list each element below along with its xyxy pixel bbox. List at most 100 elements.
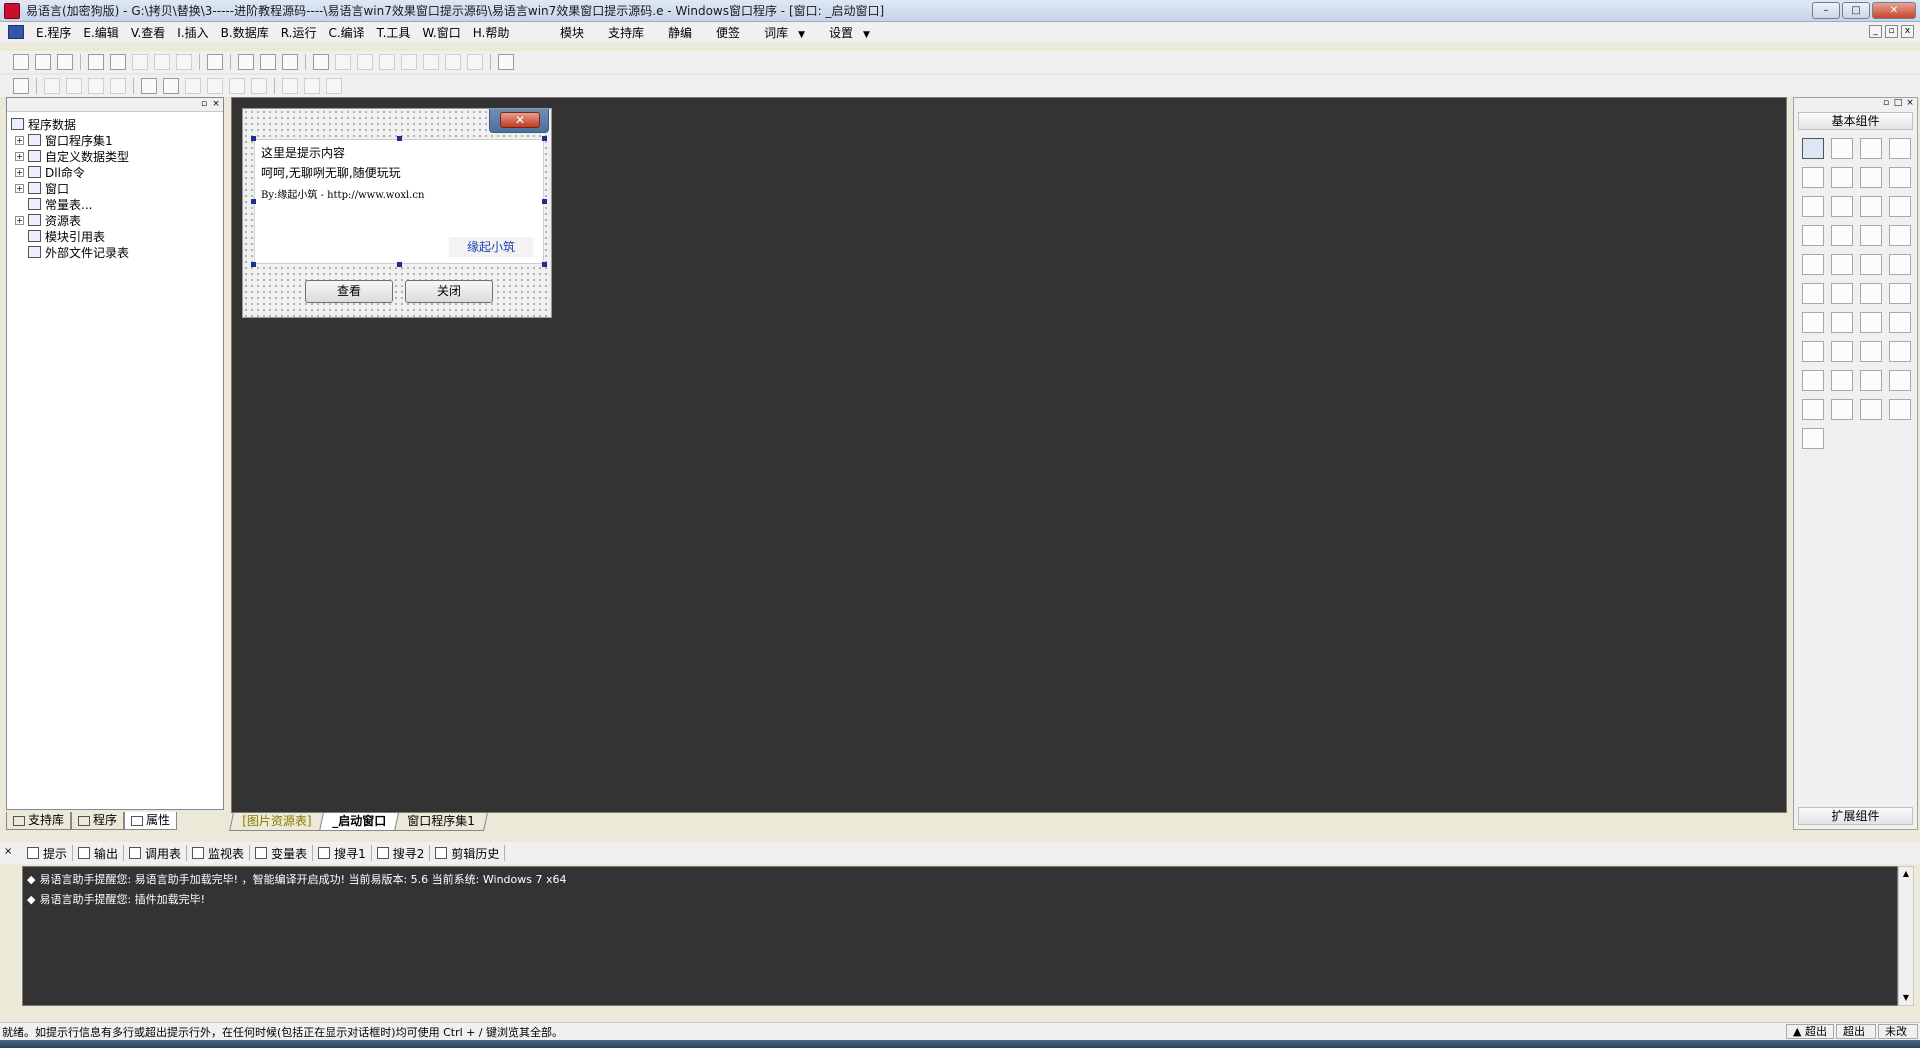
layout-3-icon[interactable] <box>282 54 298 70</box>
menu-window[interactable]: W.窗口 <box>416 24 466 41</box>
tab-variables[interactable]: 变量表 <box>250 845 314 861</box>
close-icon[interactable]: × <box>4 846 12 857</box>
menu-static-compile[interactable]: 静编 <box>664 24 696 41</box>
binoculars-icon[interactable] <box>498 54 514 70</box>
expand-icon[interactable]: + <box>15 151 24 161</box>
scrollbar-icon[interactable] <box>1860 225 1882 246</box>
open-folder-icon[interactable] <box>35 54 51 70</box>
menu-program[interactable]: E.程序 <box>30 24 77 41</box>
expand-icon[interactable]: + <box>15 183 24 193</box>
menu-edit[interactable]: E.编辑 <box>77 24 124 41</box>
mdi-minimize-button[interactable]: _ <box>1869 25 1882 38</box>
tab-window-assembly[interactable]: 窗口程序集1 <box>394 813 488 831</box>
selection-handle[interactable] <box>542 199 547 204</box>
tab-clip-history[interactable]: 剪辑历史 <box>430 845 506 861</box>
redo-icon[interactable] <box>154 54 170 70</box>
output-scrollbar[interactable]: ▲ ▼ <box>1898 866 1914 1006</box>
tip-panel[interactable]: 这里是提示内容 呵呵,无聊咧无聊,随便玩玩 By:缘起小筑 - http://w… <box>254 139 544 264</box>
tree-item-program-data[interactable]: 程序数据 <box>11 116 223 132</box>
radio-icon[interactable] <box>1831 196 1853 217</box>
selection-handle[interactable] <box>251 199 256 204</box>
close-icon[interactable]: × <box>1905 98 1915 108</box>
picture-icon[interactable] <box>1860 138 1882 159</box>
close-form-button[interactable]: 关闭 <box>405 280 493 303</box>
tip-content-label[interactable]: 这里是提示内容 <box>261 144 345 161</box>
tree-item-resources[interactable]: + 资源表 <box>11 212 223 228</box>
author-label[interactable]: By:缘起小筑 - http://www.woxl.cn <box>261 186 424 201</box>
toolbar-icon[interactable] <box>1802 312 1824 333</box>
calendar-icon[interactable] <box>1889 283 1911 304</box>
edit-icon[interactable] <box>1802 167 1824 188</box>
menu-run[interactable]: R.运行 <box>275 24 323 41</box>
ruler-icon[interactable] <box>1802 254 1824 275</box>
center-vertical-icon[interactable] <box>163 78 179 94</box>
tree-item-window-assembly[interactable]: + 窗口程序集1 <box>11 132 223 148</box>
arrow-pointer-icon[interactable] <box>1802 138 1824 159</box>
line-icon[interactable] <box>1889 167 1911 188</box>
run-to-cursor-icon[interactable] <box>445 54 461 70</box>
tree-item-external-files[interactable]: 外部文件记录表 <box>11 244 223 260</box>
tab-image-resources[interactable]: [图片资源表] <box>229 813 325 831</box>
paste-icon[interactable] <box>132 54 148 70</box>
selection-handle[interactable] <box>397 136 402 141</box>
menu-help[interactable]: H.帮助 <box>467 24 516 41</box>
timer-icon[interactable] <box>1802 341 1824 362</box>
cut-icon[interactable] <box>88 54 104 70</box>
expand-icon[interactable]: + <box>15 167 24 177</box>
label-icon[interactable] <box>1831 138 1853 159</box>
picker-icon[interactable] <box>1831 312 1853 333</box>
align-top-icon[interactable] <box>88 78 104 94</box>
odbc-db-icon[interactable] <box>1802 428 1824 449</box>
align-left-icon[interactable] <box>44 78 60 94</box>
maximize-button[interactable]: □ <box>1842 2 1870 19</box>
chart-icon[interactable] <box>1860 399 1882 420</box>
transfer-icon[interactable] <box>1831 370 1853 391</box>
find-icon[interactable] <box>207 54 223 70</box>
panel-icon[interactable] <box>1860 254 1882 275</box>
form-close-button[interactable]: ✕ <box>500 112 540 128</box>
expand-icon[interactable]: + <box>15 135 24 145</box>
menu-notes[interactable]: 便签 <box>712 24 744 41</box>
tab-watch[interactable]: 监视表 <box>187 845 251 861</box>
listbox-icon[interactable] <box>1860 196 1882 217</box>
table-icon[interactable] <box>1802 225 1824 246</box>
selection-handle[interactable] <box>397 262 402 267</box>
grid-icon[interactable] <box>1889 196 1911 217</box>
tab-icon[interactable] <box>1889 254 1911 275</box>
new-file-icon[interactable] <box>13 54 29 70</box>
menu-tools[interactable]: T.工具 <box>371 24 417 41</box>
space-horizontal-icon[interactable] <box>229 78 245 94</box>
center-horizontal-icon[interactable] <box>141 78 157 94</box>
listview-icon[interactable] <box>1831 283 1853 304</box>
menu-insert[interactable]: I.插入 <box>171 24 214 41</box>
keyboard-icon[interactable] <box>1889 312 1911 333</box>
tree-item-constants[interactable]: 常量表... <box>11 196 223 212</box>
printer-icon[interactable] <box>1831 341 1853 362</box>
tab-search1[interactable]: 搜寻1 <box>313 845 372 861</box>
hand-icon[interactable] <box>467 54 483 70</box>
minimize-button[interactable]: – <box>1812 2 1840 19</box>
font-icon[interactable] <box>1860 167 1882 188</box>
space-vertical-icon[interactable] <box>251 78 267 94</box>
selection-handle[interactable] <box>251 136 256 141</box>
menu-settings[interactable]: 设置 ▼ <box>825 24 874 41</box>
shape-icon[interactable] <box>1889 138 1911 159</box>
site-link-label[interactable]: 缘起小筑 <box>449 237 533 257</box>
menu-compile[interactable]: C.编译 <box>322 24 370 41</box>
mdi-restore-button[interactable]: ▫ <box>1885 25 1898 38</box>
selection-handle[interactable] <box>251 262 256 267</box>
same-height-icon[interactable] <box>207 78 223 94</box>
tab-properties[interactable]: 属性 <box>124 812 178 830</box>
grid-icon[interactable] <box>13 78 29 94</box>
layout-1-icon[interactable] <box>238 54 254 70</box>
undo-icon[interactable] <box>176 54 192 70</box>
tab-support-lib[interactable]: 支持库 <box>6 812 72 830</box>
db-grid-icon[interactable] <box>1889 370 1911 391</box>
net-server-icon[interactable] <box>1889 341 1911 362</box>
expand-icon[interactable]: + <box>15 215 24 225</box>
db-icon[interactable] <box>1831 399 1853 420</box>
splitter-icon[interactable] <box>1889 225 1911 246</box>
combo-icon[interactable] <box>1860 283 1882 304</box>
step-over-icon[interactable] <box>401 54 417 70</box>
net-client-icon[interactable] <box>1860 341 1882 362</box>
